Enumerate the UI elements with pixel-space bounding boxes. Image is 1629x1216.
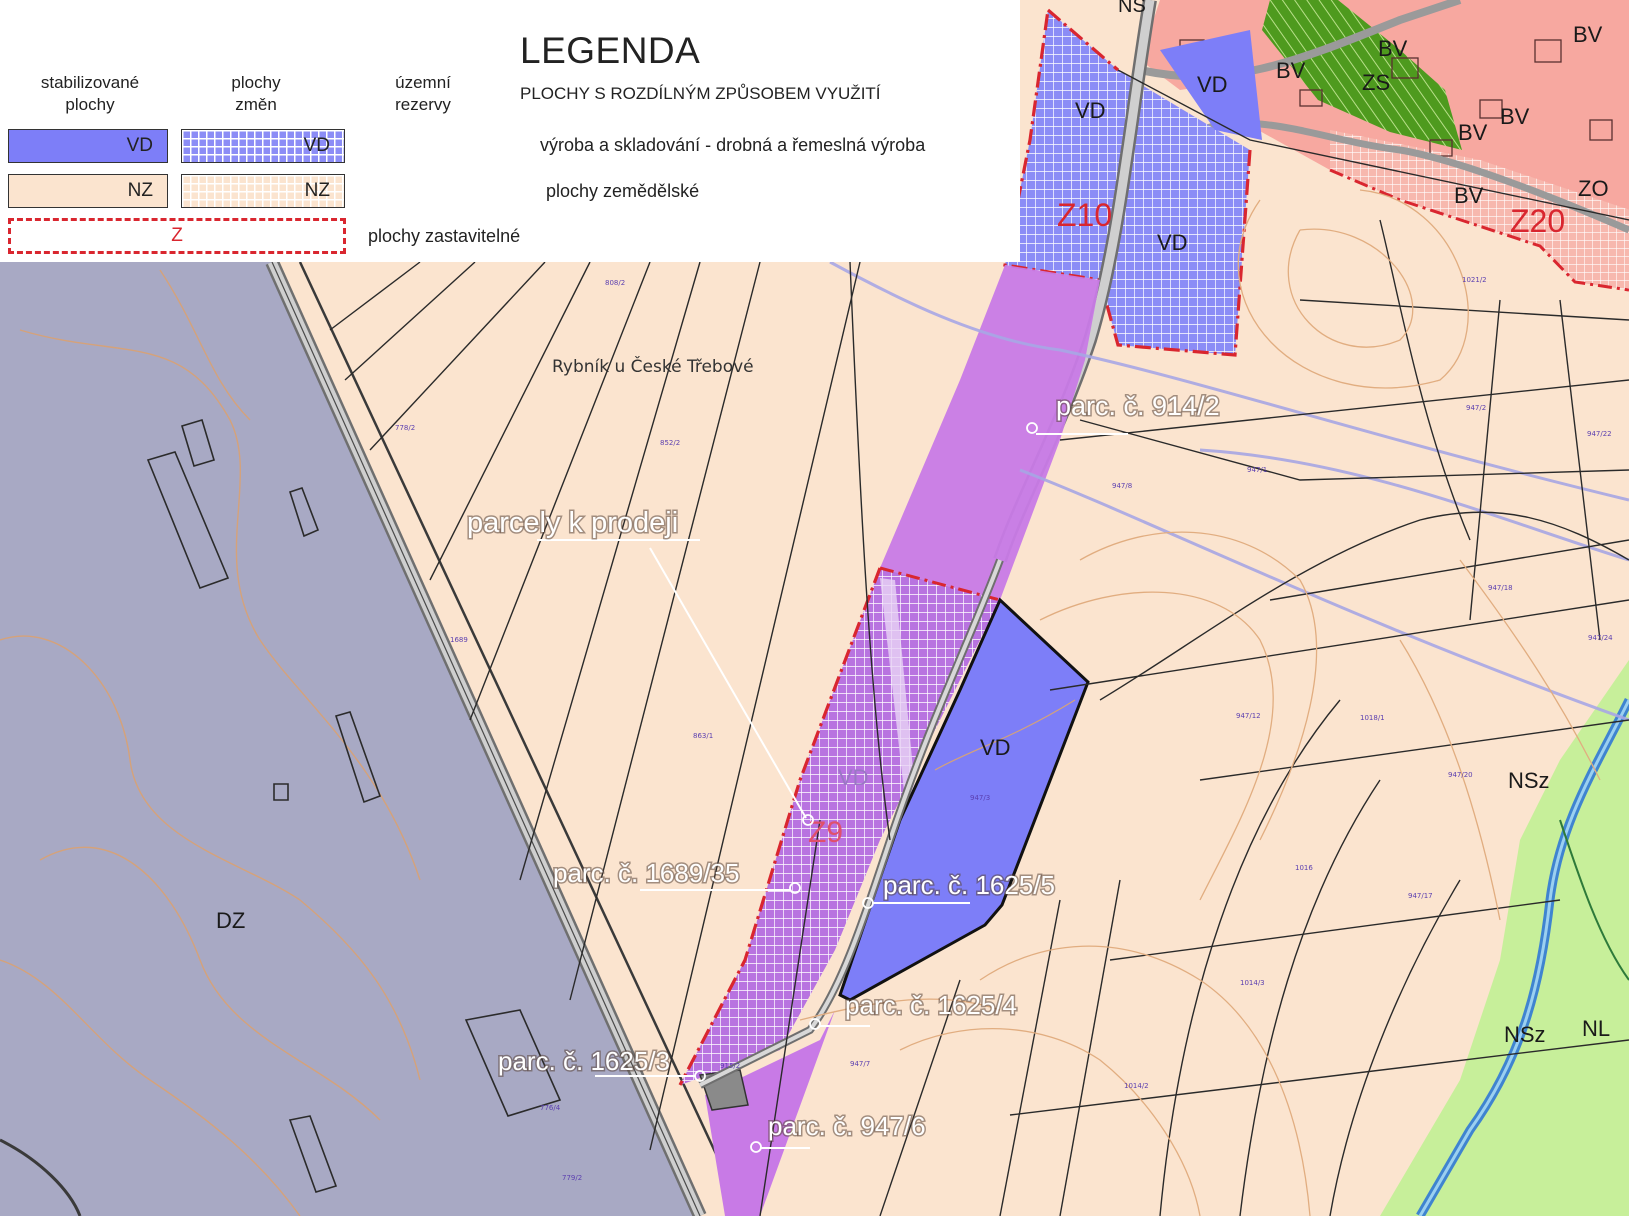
- legend-col-changes: plochy změn: [231, 73, 281, 114]
- svg-text:947/1: 947/1: [1247, 466, 1267, 474]
- svg-text:947/22: 947/22: [1587, 430, 1612, 438]
- label-vd-1625-5: VD: [980, 735, 1011, 760]
- label-nsz-2: NSz: [1504, 1022, 1546, 1047]
- svg-text:915/2: 915/2: [720, 1062, 740, 1070]
- svg-text:1021/2: 1021/2: [1462, 276, 1487, 284]
- label-nsz-1: NSz: [1508, 768, 1550, 793]
- label-vd-small: VD: [1197, 72, 1228, 97]
- svg-text:1016: 1016: [1295, 864, 1313, 872]
- svg-text:1014/3: 1014/3: [1240, 979, 1265, 987]
- svg-text:863/1: 863/1: [693, 732, 713, 740]
- svg-text:947/17: 947/17: [1408, 892, 1433, 900]
- svg-text:1014/2: 1014/2: [1124, 1082, 1149, 1090]
- svg-text:parc. č. 1625/3: parc. č. 1625/3: [498, 1046, 670, 1076]
- svg-text:947/12: 947/12: [1236, 712, 1261, 720]
- place-name: Rybník u České Třebové: [552, 355, 754, 377]
- legend-swatch-z: Z: [8, 218, 346, 254]
- label-bv-1: BV: [1276, 58, 1306, 83]
- legend-title: LEGENDA: [520, 30, 701, 71]
- label-vd-z10-bottom: VD: [1157, 230, 1188, 255]
- legend-desc-z: plochy zastavitelné: [368, 226, 521, 246]
- label-bv-5: BV: [1454, 183, 1484, 208]
- label-bv-4: BV: [1500, 104, 1530, 129]
- svg-text:parc. č. 1689/35: parc. č. 1689/35: [553, 858, 739, 888]
- legend-desc-vd: výroba a skladování - drobná a řemeslná …: [540, 135, 926, 155]
- svg-text:947/20: 947/20: [1448, 771, 1473, 779]
- label-ns-cut: NS: [1118, 0, 1146, 17]
- label-bv-6: BV: [1573, 22, 1603, 47]
- label-bv-3: BV: [1458, 120, 1488, 145]
- svg-text:778/2: 778/2: [395, 424, 415, 432]
- legend-subtitle: PLOCHY S ROZDÍLNÝM ZPŮSOBEM VYUŽITÍ: [520, 84, 881, 103]
- label-bv-2: BV: [1378, 36, 1408, 61]
- callout-label: parcely k prodeji: [467, 507, 678, 539]
- legend-swatch-nz-change: NZ: [181, 174, 345, 208]
- legend-swatch-vd-change: VD: [181, 129, 345, 163]
- label-vd-z9: VD: [838, 765, 869, 790]
- label-z10: Z10: [1057, 197, 1112, 233]
- legend-swatch-vd-stabilized: VD: [8, 129, 168, 163]
- svg-text:parc. č. 1625/5: parc. č. 1625/5: [883, 870, 1055, 900]
- svg-text:parc. č. 914/2: parc. č. 914/2: [1056, 391, 1220, 421]
- legend-swatch-nz-stabilized: NZ: [8, 174, 168, 208]
- label-zo: ZO: [1578, 176, 1609, 201]
- map-stage: DZ VD VD VD VD VD BV BV BV BV BV BV ZS Z…: [0, 0, 1629, 1216]
- svg-text:776/4: 776/4: [540, 1104, 561, 1112]
- label-z20: Z20: [1510, 203, 1565, 239]
- svg-text:779/2: 779/2: [562, 1174, 582, 1182]
- svg-text:parc. č. 1625/4: parc. č. 1625/4: [845, 990, 1017, 1020]
- legend-col-reserves: územní rezervy: [395, 73, 451, 114]
- svg-text:852/2: 852/2: [660, 439, 680, 447]
- label-nl: NL: [1582, 1016, 1610, 1041]
- svg-text:947/3: 947/3: [970, 794, 990, 802]
- legend-desc-nz: plochy zemědělské: [546, 181, 700, 201]
- svg-text:1018/1: 1018/1: [1360, 714, 1385, 722]
- legend-panel: LEGENDA PLOCHY S ROZDÍLNÝM ZPŮSOBEM VYUŽ…: [0, 0, 1020, 262]
- svg-text:parc. č. 947/6: parc. č. 947/6: [768, 1111, 926, 1141]
- svg-text:947/8: 947/8: [1112, 482, 1132, 490]
- label-dz: DZ: [216, 908, 245, 933]
- svg-text:947/7: 947/7: [850, 1060, 870, 1068]
- legend-col-stabilized: stabilizované plochy: [40, 73, 140, 114]
- svg-text:1689: 1689: [450, 636, 468, 644]
- svg-text:808/2: 808/2: [605, 279, 625, 287]
- label-vd-z10-top: VD: [1075, 98, 1106, 123]
- label-zs: ZS: [1362, 70, 1390, 95]
- svg-text:947/2: 947/2: [1466, 404, 1486, 412]
- svg-text:947/18: 947/18: [1488, 584, 1513, 592]
- svg-text:947/24: 947/24: [1588, 634, 1613, 642]
